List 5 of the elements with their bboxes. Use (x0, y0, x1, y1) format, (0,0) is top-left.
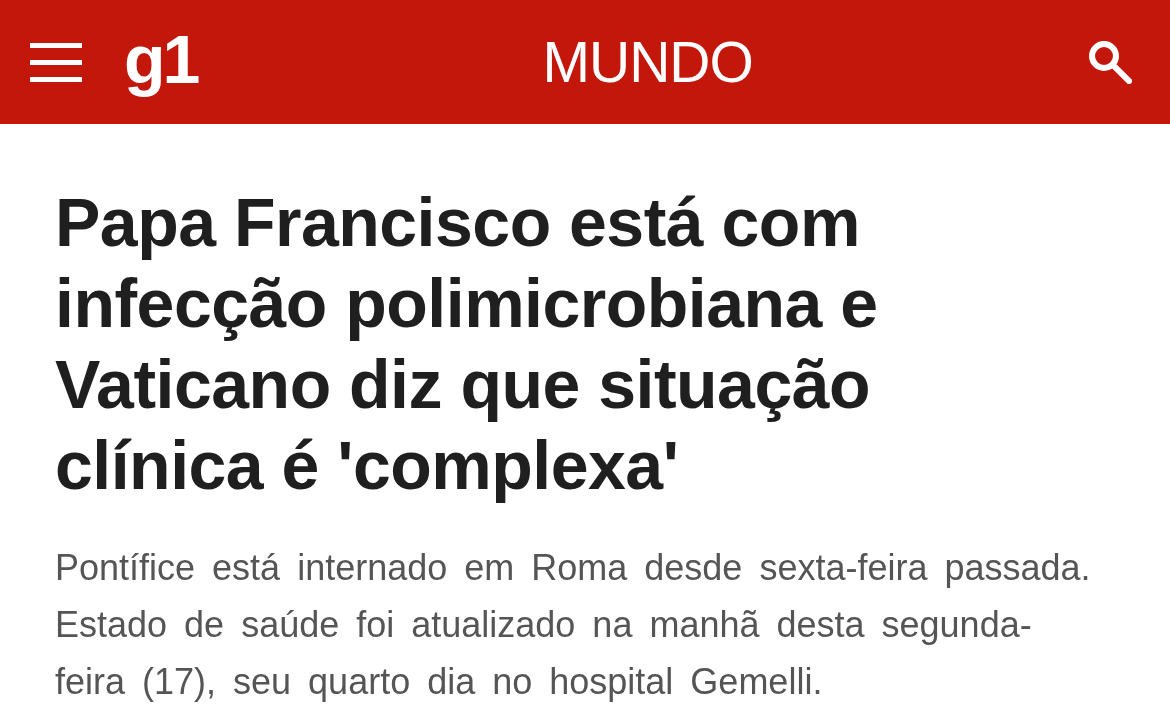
section-title[interactable]: MUNDO (542, 33, 753, 91)
article-headline: Papa Francisco está com infecção polimicrobiana e Vaticano diz que situação clínica é 'complexa' (55, 183, 879, 505)
menu-icon[interactable] (30, 42, 82, 82)
article-subtitle: Pontífice está internado em Roma desde sexta-feira passada. Estado de saúde foi atualizado na manhã desta segunda-feira (17), seu quarto dia no hospital Gemelli. (55, 546, 1092, 704)
search-icon[interactable] (1088, 40, 1132, 84)
